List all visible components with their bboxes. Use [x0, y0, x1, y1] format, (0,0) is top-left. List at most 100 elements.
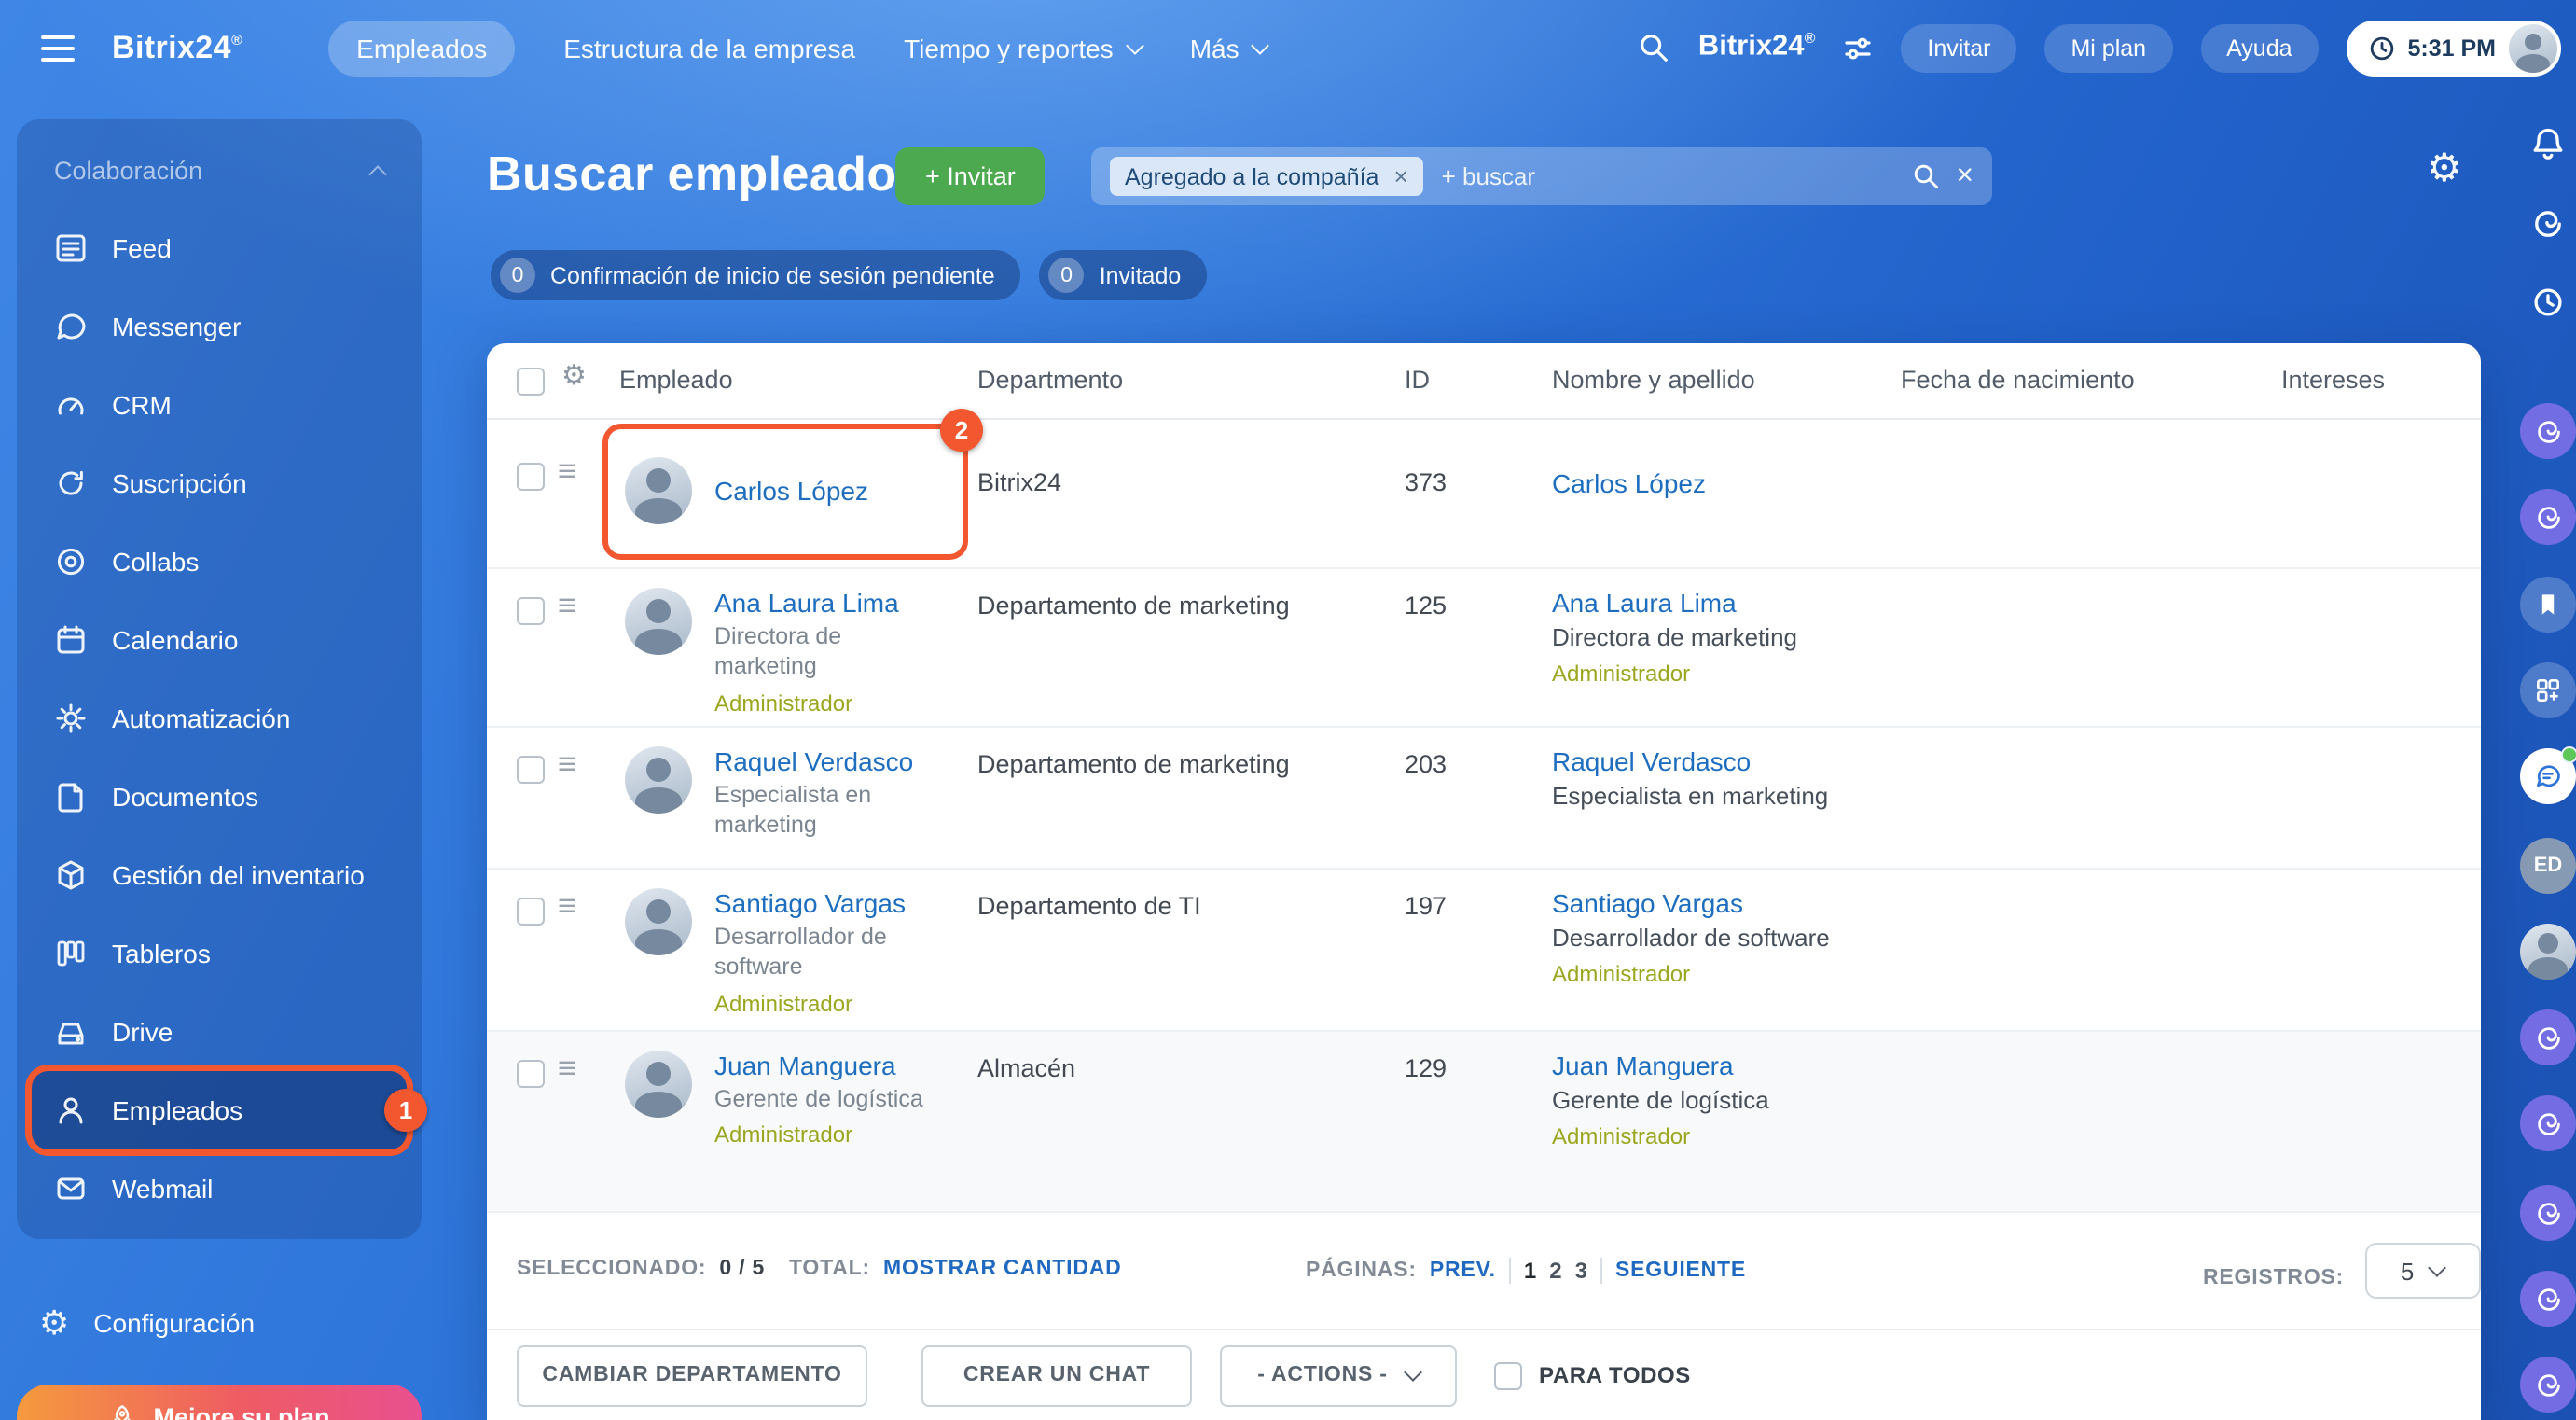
records-per-page-select[interactable]: 5	[2364, 1243, 2481, 1299]
fullname-link[interactable]: Raquel Verdasco	[1552, 746, 1828, 776]
page-number-2[interactable]: 2	[1549, 1258, 1561, 1284]
for-all-checkbox-group[interactable]: PARA TODOS	[1494, 1361, 1691, 1389]
apps-grid-icon[interactable]	[2520, 662, 2576, 718]
brand-logo[interactable]: Bitrix24®	[112, 29, 242, 66]
history-clock-icon[interactable]	[2520, 274, 2576, 330]
sidebar-item-webmail[interactable]: Webmail	[32, 1149, 407, 1228]
chip-close-icon[interactable]: ×	[1393, 162, 1407, 190]
clock-widget[interactable]: 5:31 PM	[2346, 20, 2561, 76]
fullname-link[interactable]: Ana Laura Lima	[1552, 588, 1797, 618]
sidebar-item-messenger[interactable]: Messenger	[32, 287, 407, 366]
upgrade-plan-button[interactable]: Mejore su plan	[17, 1385, 422, 1420]
search-filter-bar[interactable]: Agregado a la compañía × + buscar ×	[1091, 147, 1992, 205]
drag-handle-icon[interactable]: ≡	[558, 884, 576, 929]
show-count-link[interactable]: MOSTRAR CANTIDAD	[883, 1258, 1122, 1280]
sidebar-item-tableros[interactable]: Tableros	[32, 914, 407, 993]
employee-name-link[interactable]: Ana Laura Lima	[714, 588, 942, 618]
clear-search-icon[interactable]: ×	[1956, 160, 1974, 191]
notifications-bell-icon[interactable]	[2520, 116, 2576, 172]
fullname-link[interactable]: Juan Manguera	[1552, 1051, 1769, 1080]
row-checkbox[interactable]	[517, 898, 545, 926]
sidebar-item-feed[interactable]: Feed	[32, 209, 407, 287]
user-avatar[interactable]	[2509, 23, 2557, 72]
invite-employee-button[interactable]: + Invitar	[895, 147, 1046, 205]
bookmark-icon[interactable]	[2520, 577, 2576, 633]
status-chip-pending[interactable]: 0 Confirmación de inicio de sesión pendi…	[491, 250, 1021, 300]
search-icon[interactable]	[1639, 32, 1670, 63]
table-row[interactable]: ≡ Santiago Vargas Desarrollador de softw…	[487, 870, 2481, 1032]
employee-name-link[interactable]: Raquel Verdasco	[714, 746, 942, 776]
app-spiral-icon[interactable]	[2520, 403, 2576, 459]
my-plan-button[interactable]: Mi plan	[2044, 23, 2173, 72]
drag-handle-icon[interactable]: ≡	[558, 743, 576, 787]
row-checkbox[interactable]	[517, 597, 545, 625]
bitrix24-logo[interactable]: Bitrix24®	[1698, 31, 1816, 64]
app-spiral-icon[interactable]	[2520, 489, 2576, 545]
preferences-sliders-icon[interactable]	[1843, 33, 1873, 63]
sidebar-item-crm[interactable]: CRM	[32, 366, 407, 444]
row-checkbox[interactable]	[517, 756, 545, 784]
app-spiral-icon[interactable]	[2520, 1357, 2576, 1413]
help-button[interactable]: Ayuda	[2200, 23, 2319, 72]
app-spiral-icon[interactable]	[2520, 1009, 2576, 1065]
sidebar-item-documentos[interactable]: Documentos	[32, 758, 407, 836]
sidebar-item-calendario[interactable]: Calendario	[32, 601, 407, 679]
copilot-swirl-icon[interactable]	[2520, 196, 2576, 252]
sidebar-item-empleados[interactable]: Empleados 1	[32, 1071, 427, 1149]
sidebar-item-configuracion[interactable]: ⚙ Configuración	[39, 1306, 255, 1340]
change-department-button[interactable]: CAMBIAR DEPARTAMENTO	[517, 1344, 867, 1406]
table-row[interactable]: ≡ Raquel Verdasco Especialista en market…	[487, 728, 2481, 870]
drag-handle-icon[interactable]: ≡	[558, 450, 576, 494]
employee-role: Administrador	[1552, 1123, 1691, 1149]
row-checkbox[interactable]	[517, 1060, 545, 1088]
columns-gear-icon[interactable]: ⚙	[561, 362, 587, 390]
sidebar-section-colaboracion[interactable]: Colaboración	[32, 131, 407, 209]
invite-button[interactable]: Invitar	[1901, 23, 2017, 72]
chat-bubble-icon[interactable]	[2520, 746, 2576, 804]
employee-name-link[interactable]: Santiago Vargas	[714, 888, 942, 918]
tab-empleados[interactable]: Empleados	[328, 20, 516, 76]
actions-dropdown[interactable]: - ACTIONS -	[1220, 1344, 1457, 1406]
app-spiral-icon[interactable]	[2520, 1271, 2576, 1327]
ed-initials-avatar[interactable]: ED	[2520, 838, 2576, 894]
filter-chip[interactable]: Agregado a la compañía ×	[1110, 157, 1423, 196]
table-header: ⚙ Empleado Departmento ID Nombre y apell…	[487, 343, 2481, 420]
tab-estructura[interactable]: Estructura de la empresa	[563, 33, 855, 63]
search-placeholder: + buscar	[1441, 162, 1536, 190]
sidebar-item-collabs[interactable]: Collabs	[32, 522, 407, 601]
fullname-link[interactable]: Santiago Vargas	[1552, 888, 1830, 918]
fullname-link[interactable]: Carlos López	[1552, 468, 1706, 498]
prev-page-link[interactable]: PREV.	[1430, 1260, 1496, 1282]
for-all-checkbox[interactable]	[1494, 1361, 1522, 1389]
sidebar-item-automatizacion[interactable]: Automatización	[32, 679, 407, 758]
page-title: Buscar empleado	[487, 146, 897, 202]
table-row[interactable]: ≡ Juan Manguera Gerente de logística Adm…	[487, 1032, 2481, 1213]
app-spiral-icon[interactable]	[2520, 1095, 2576, 1151]
employee-avatar	[625, 888, 692, 955]
select-all-checkbox[interactable]	[517, 368, 545, 396]
top-bar: Bitrix24® Empleados Estructura de la emp…	[0, 0, 2576, 95]
search-icon[interactable]	[1911, 162, 1939, 190]
create-chat-button[interactable]: CREAR UN CHAT	[921, 1344, 1192, 1406]
tab-tiempo-reportes[interactable]: Tiempo y reportes	[904, 33, 1144, 63]
drag-handle-icon[interactable]: ≡	[558, 584, 576, 629]
grid-settings-gear-icon[interactable]: ⚙	[2427, 149, 2462, 188]
app-spiral-icon[interactable]	[2520, 1185, 2576, 1241]
sidebar-item-suscripcion[interactable]: Suscripción	[32, 444, 407, 522]
next-page-link[interactable]: SEGUIENTE	[1615, 1260, 1746, 1282]
subscription-refresh-icon	[54, 466, 88, 500]
sidebar-item-inventario[interactable]: Gestión del inventario	[32, 836, 407, 914]
status-chip-invited[interactable]: 0 Invitado	[1039, 250, 1208, 300]
table-row[interactable]: ≡ Ana Laura Lima Directora de marketing …	[487, 569, 2481, 728]
page-number-1[interactable]: 1	[1524, 1258, 1536, 1284]
page-number-3[interactable]: 3	[1575, 1258, 1587, 1284]
employee-name-link[interactable]: Juan Manguera	[714, 1051, 942, 1080]
sidebar-item-drive[interactable]: Drive	[32, 993, 407, 1071]
rail-user-avatar[interactable]	[2520, 924, 2576, 980]
tab-mas[interactable]: Más	[1190, 33, 1270, 63]
drag-handle-icon[interactable]: ≡	[558, 1047, 576, 1092]
employee-name-link[interactable]: Carlos López	[714, 476, 868, 506]
menu-burger-icon[interactable]	[34, 27, 82, 68]
table-row[interactable]: ≡ Carlos López 2 Bitrix24 373 Carlos Lóp…	[487, 409, 2481, 569]
row-checkbox[interactable]	[517, 463, 545, 491]
